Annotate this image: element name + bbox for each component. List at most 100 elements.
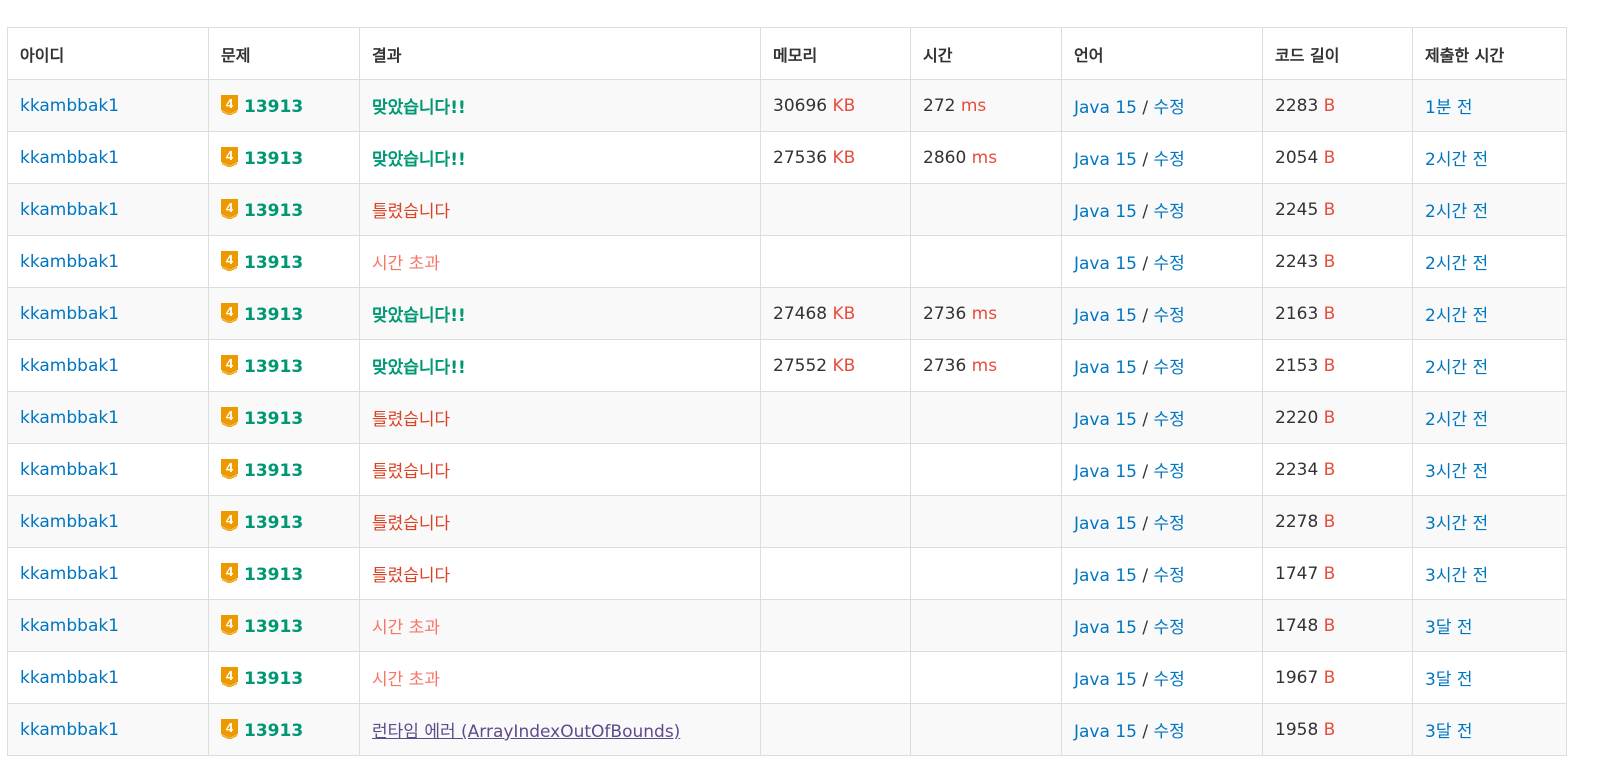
- edit-link[interactable]: 수정: [1154, 514, 1185, 534]
- svg-text:4: 4: [226, 252, 234, 267]
- language-link[interactable]: Java 15: [1074, 150, 1137, 170]
- submitted-time-link[interactable]: 2시간 전: [1425, 410, 1488, 430]
- result-status: 틀렸습니다: [372, 566, 451, 586]
- svg-text:4: 4: [226, 96, 234, 111]
- language-link[interactable]: Java 15: [1074, 566, 1137, 586]
- user-link[interactable]: kkambbak1: [20, 564, 119, 584]
- submitted-time-link[interactable]: 3시간 전: [1425, 462, 1488, 482]
- problem-number: 13913: [244, 96, 304, 117]
- submitted-time-link[interactable]: 2시간 전: [1425, 150, 1488, 170]
- problem-link[interactable]: 4 13913: [221, 146, 303, 169]
- user-link[interactable]: kkambbak1: [20, 252, 119, 272]
- problem-link[interactable]: 4 13913: [221, 302, 303, 325]
- code-length-value: 2153: [1275, 355, 1319, 376]
- problem-link[interactable]: 4 13913: [221, 406, 303, 429]
- svg-text:4: 4: [226, 564, 234, 579]
- submitted-time-link[interactable]: 2시간 전: [1425, 254, 1488, 274]
- edit-link[interactable]: 수정: [1154, 358, 1185, 378]
- user-link[interactable]: kkambbak1: [20, 668, 119, 688]
- time-unit: ms: [971, 303, 998, 324]
- separator: /: [1136, 150, 1154, 170]
- problem-link[interactable]: 4 13913: [221, 718, 303, 741]
- code-length-value: 2245: [1275, 199, 1319, 220]
- edit-link[interactable]: 수정: [1154, 410, 1185, 430]
- language-link[interactable]: Java 15: [1074, 98, 1137, 118]
- tier-badge-icon: 4: [221, 146, 238, 167]
- user-link[interactable]: kkambbak1: [20, 96, 119, 116]
- language-link[interactable]: Java 15: [1074, 514, 1137, 534]
- result-status: 틀렸습니다: [372, 410, 451, 430]
- submitted-time-link[interactable]: 2시간 전: [1425, 358, 1488, 378]
- problem-number: 13913: [244, 616, 304, 637]
- table-row: kkambbak1 4 13913 틀렸습니다 Java 15 / 수정 1747…: [7, 547, 1567, 600]
- problem-link[interactable]: 4 13913: [221, 458, 303, 481]
- edit-link[interactable]: 수정: [1154, 150, 1185, 170]
- separator: /: [1136, 254, 1154, 274]
- submitted-time-link[interactable]: 1분 전: [1425, 98, 1473, 118]
- table-row: kkambbak1 4 13913 맞았습니다!! 27552 KB 2736 m…: [7, 339, 1567, 392]
- tier-badge-icon: 4: [221, 458, 238, 479]
- language-link[interactable]: Java 15: [1074, 306, 1137, 326]
- table-row: kkambbak1 4 13913 맞았습니다!! 27468 KB 2736 m…: [7, 287, 1567, 340]
- language-link[interactable]: Java 15: [1074, 254, 1137, 274]
- submitted-time-link[interactable]: 3시간 전: [1425, 514, 1488, 534]
- problem-link[interactable]: 4 13913: [221, 614, 304, 637]
- user-link[interactable]: kkambbak1: [20, 356, 119, 376]
- submission-table: 아이디 문제 결과 메모리 시간 언어 코드 길이 제출한 시간 kkambba…: [7, 27, 1567, 756]
- code-length-value: 2243: [1275, 251, 1319, 272]
- language-link[interactable]: Java 15: [1074, 202, 1137, 222]
- language-link[interactable]: Java 15: [1074, 462, 1137, 482]
- language-link[interactable]: Java 15: [1074, 722, 1137, 742]
- language-link[interactable]: Java 15: [1074, 618, 1137, 638]
- memory-value: 27468: [773, 303, 828, 324]
- edit-link[interactable]: 수정: [1154, 566, 1185, 586]
- code-length-unit: B: [1323, 459, 1336, 480]
- table-row: kkambbak1 4 13913 틀렸습니다 Java 15 / 수정 2245…: [7, 183, 1567, 236]
- user-link[interactable]: kkambbak1: [20, 148, 119, 168]
- submitted-time-link[interactable]: 3달 전: [1425, 722, 1473, 742]
- tier-badge-icon: 4: [221, 406, 238, 427]
- separator: /: [1136, 306, 1154, 326]
- language-link[interactable]: Java 15: [1074, 358, 1137, 378]
- user-link[interactable]: kkambbak1: [20, 720, 119, 740]
- tier-badge-icon: 4: [221, 198, 238, 219]
- submitted-time-link[interactable]: 3달 전: [1425, 670, 1473, 690]
- user-link[interactable]: kkambbak1: [20, 616, 119, 636]
- problem-link[interactable]: 4 13913: [221, 510, 303, 533]
- submitted-time-link[interactable]: 3시간 전: [1425, 566, 1488, 586]
- result-status[interactable]: 런타임 에러 (ArrayIndexOutOfBounds): [372, 722, 680, 742]
- table-row: kkambbak1 4 13913 런타임 에러 (ArrayIndexOutOf…: [7, 703, 1567, 756]
- problem-link[interactable]: 4 13913: [221, 198, 303, 221]
- memory-unit: KB: [832, 303, 856, 324]
- table-row: kkambbak1 4 13913 틀렸습니다 Java 15 / 수정 2278…: [7, 495, 1567, 548]
- submitted-time-link[interactable]: 2시간 전: [1425, 202, 1488, 222]
- problem-link[interactable]: 4 13913: [221, 562, 303, 585]
- edit-link[interactable]: 수정: [1154, 722, 1185, 742]
- edit-link[interactable]: 수정: [1154, 202, 1185, 222]
- edit-link[interactable]: 수정: [1154, 98, 1185, 118]
- user-link[interactable]: kkambbak1: [20, 512, 119, 532]
- submitted-time-link[interactable]: 3달 전: [1425, 618, 1473, 638]
- time-value: 2860: [923, 147, 967, 168]
- language-link[interactable]: Java 15: [1074, 410, 1137, 430]
- code-length-unit: B: [1323, 303, 1336, 324]
- svg-text:4: 4: [226, 304, 234, 319]
- edit-link[interactable]: 수정: [1154, 670, 1185, 690]
- code-length-value: 2234: [1275, 459, 1319, 480]
- problem-link[interactable]: 4 13913: [221, 250, 303, 273]
- user-link[interactable]: kkambbak1: [20, 408, 119, 428]
- user-link[interactable]: kkambbak1: [20, 460, 119, 480]
- problem-link[interactable]: 4 13913: [221, 94, 304, 117]
- edit-link[interactable]: 수정: [1154, 618, 1185, 638]
- problem-link[interactable]: 4 13913: [221, 666, 303, 689]
- code-length-unit: B: [1323, 407, 1336, 428]
- edit-link[interactable]: 수정: [1154, 306, 1185, 326]
- language-link[interactable]: Java 15: [1074, 670, 1137, 690]
- edit-link[interactable]: 수정: [1154, 462, 1185, 482]
- user-link[interactable]: kkambbak1: [20, 200, 119, 220]
- problem-link[interactable]: 4 13913: [221, 354, 303, 377]
- edit-link[interactable]: 수정: [1154, 254, 1185, 274]
- header-submitted-time: 제출한 시간: [1412, 27, 1567, 80]
- submitted-time-link[interactable]: 2시간 전: [1425, 306, 1488, 326]
- user-link[interactable]: kkambbak1: [20, 304, 119, 324]
